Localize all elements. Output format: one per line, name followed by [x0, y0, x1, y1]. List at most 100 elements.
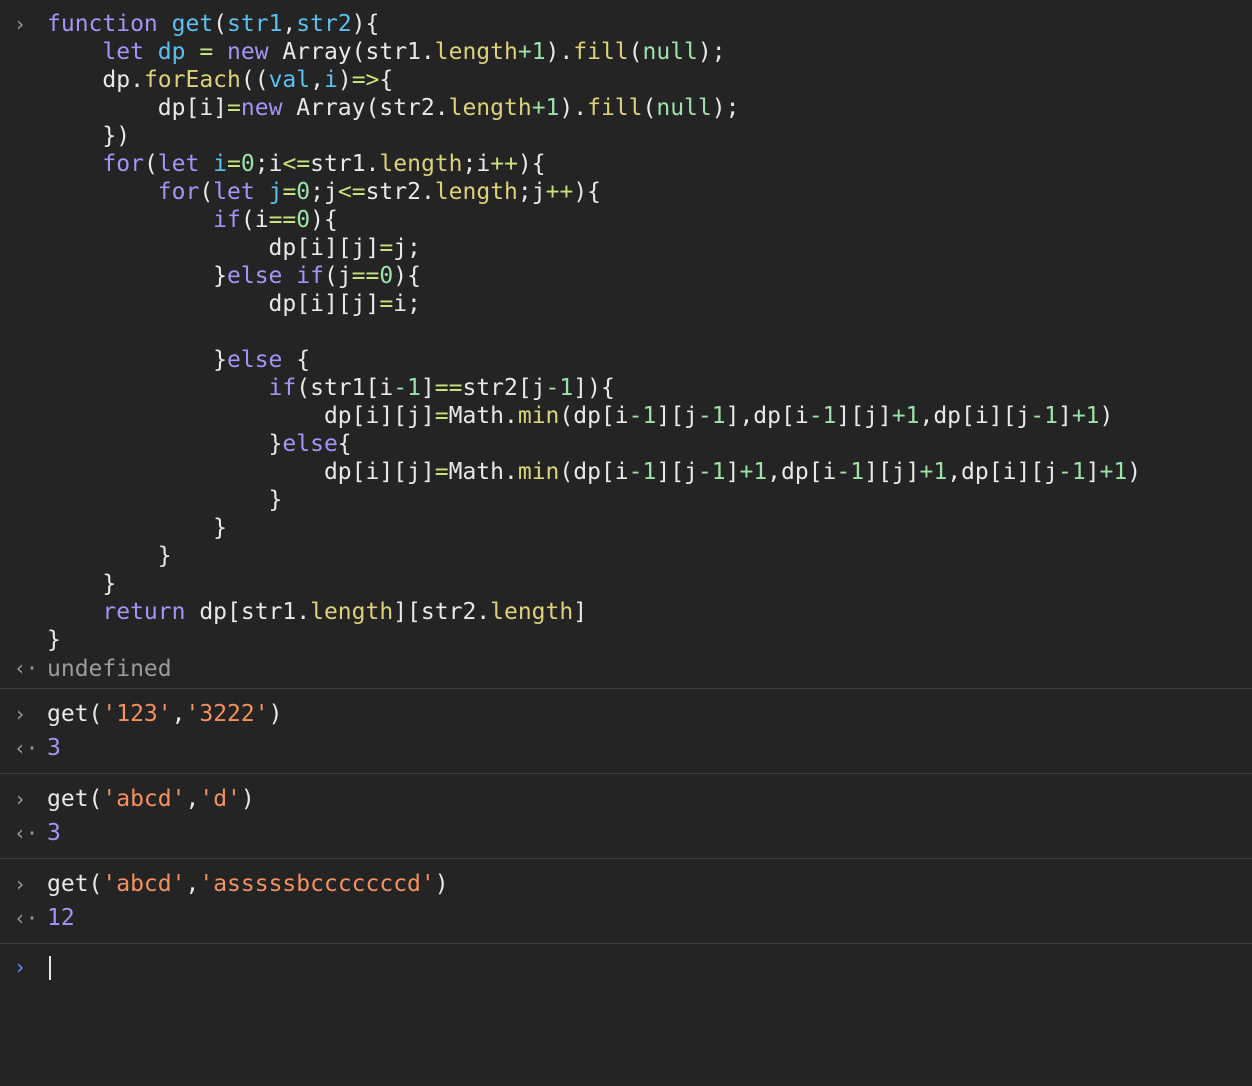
code-token: ( [628, 39, 643, 65]
code-token: 0 [296, 179, 311, 205]
code-line-text: }) [47, 122, 130, 150]
code-token: +1 [739, 459, 768, 485]
code-line-text: } [47, 570, 116, 598]
code-token: length [379, 151, 463, 177]
code-token: ]){ [573, 375, 615, 401]
code-token: ) [240, 786, 255, 812]
code-token: fill [587, 95, 643, 121]
devtools-console: › function get(str1,str2){ let dp = new A… [0, 0, 1252, 984]
code-line: } [0, 626, 1252, 654]
code-token: +1 [531, 95, 560, 121]
code-token: == [351, 263, 380, 289]
code-token: == [434, 375, 463, 401]
code-token: ). [559, 95, 588, 121]
code-token: str2. [365, 179, 435, 205]
code-token: +1 [919, 459, 948, 485]
code-token: for [47, 179, 200, 205]
code-line-text: for(let i=0;i<=str1.length;i++){ [47, 150, 546, 178]
code-token: -1 [808, 403, 837, 429]
code-token: +1 [891, 403, 920, 429]
result-entry: ‹· undefined [0, 654, 1252, 688]
code-token: = [282, 179, 297, 205]
code-token: == [268, 207, 297, 233]
code-line-text: function get(str1,str2){ [47, 10, 379, 38]
call-input: get('abcd','asssssbcccccccd') [47, 867, 449, 901]
code-token: j; [393, 235, 421, 261]
code-token: , [171, 701, 186, 727]
code-line: dp[i][j]=Math.min(dp[i-1][j-1],dp[i-1][j… [0, 402, 1252, 430]
code-token: get( [47, 871, 103, 897]
code-token: ) [337, 67, 352, 93]
code-token: for [47, 151, 144, 177]
code-line-text: let dp = new Array(str1.length+1).fill(n… [47, 38, 725, 66]
code-token: ] [420, 375, 435, 401]
code-token: get( [47, 701, 103, 727]
code-token: new [227, 39, 283, 65]
code-token: str1. [310, 151, 380, 177]
code-line-text: }else{ [47, 430, 352, 458]
code-token: dp[i][j] [47, 235, 380, 261]
code-line: › function get(str1,str2){ [0, 10, 1252, 38]
code-token: new [240, 95, 297, 121]
code-token: , [185, 786, 200, 812]
code-token: = [379, 291, 394, 317]
code-line-text: } [47, 542, 172, 570]
code-token: -1 [697, 403, 726, 429]
code-token: (j [323, 263, 352, 289]
code-token: 'd' [199, 786, 241, 812]
code-line: dp[i]=new Array(str2.length+1).fill(null… [0, 94, 1252, 122]
code-token: let [157, 151, 214, 177]
code-token: i [323, 67, 338, 93]
code-line-text: dp[i][j]=Math.min(dp[i-1][j-1]+1,dp[i-1]… [47, 458, 1141, 486]
code-token: { [379, 67, 394, 93]
code-entry: › function get(str1,str2){ let dp = new A… [0, 0, 1252, 654]
code-token: ;j [517, 179, 546, 205]
call-input: get('123','3222') [47, 697, 282, 731]
code-token: str2 [296, 11, 352, 37]
code-token: else [282, 431, 338, 457]
code-token: dp [157, 39, 186, 65]
code-block: › function get(str1,str2){ let dp = new A… [0, 10, 1252, 654]
code-token: ){ [573, 179, 602, 205]
code-token: +1 [1071, 403, 1100, 429]
console-prompt[interactable]: › [0, 943, 1252, 984]
code-token: ++ [490, 151, 518, 177]
code-token: if [47, 375, 297, 401]
code-token: ( [642, 95, 657, 121]
prompt-chevron-icon: › [14, 787, 27, 811]
code-token: j [268, 179, 283, 205]
call-input: get('abcd','d') [47, 782, 255, 816]
code-token: ] [1085, 459, 1100, 485]
code-token: = [434, 403, 449, 429]
code-token: = [185, 39, 228, 65]
code-token: ){ [517, 151, 546, 177]
code-token: = [227, 95, 241, 121]
code-token: } [47, 571, 117, 597]
code-token: Math. [448, 459, 518, 485]
code-line-text: for(let j=0;j<=str2.length;j++){ [47, 178, 601, 206]
code-token: (i [240, 207, 269, 233]
code-token: if [47, 207, 241, 233]
code-token: (str1[i [296, 375, 394, 401]
code-token: } [47, 627, 61, 653]
code-token: ][j [656, 459, 698, 485]
code-line: }else { [0, 346, 1252, 374]
code-token: -1 [545, 375, 574, 401]
code-token: ;j [310, 179, 338, 205]
console-input[interactable] [47, 950, 51, 984]
code-token: , [310, 67, 324, 93]
code-token: -1 [697, 459, 726, 485]
code-token: return [47, 599, 200, 625]
code-token: -1 [1030, 403, 1058, 429]
code-line: let dp = new Array(str1.length+1).fill(n… [0, 38, 1252, 66]
code-token: function [47, 11, 172, 37]
code-token: length [310, 599, 394, 625]
console-call-entry: › get('123','3222') ‹· 3 [0, 688, 1252, 773]
code-token: Array(str2. [296, 95, 449, 121]
code-token: ,dp[i][j [919, 403, 1031, 429]
result-arrow-icon: ‹· [14, 736, 39, 760]
code-token: dp[i][j] [47, 291, 380, 317]
code-line: } [0, 486, 1252, 514]
code-line-text: } [47, 486, 283, 514]
code-token: ] [1057, 403, 1072, 429]
